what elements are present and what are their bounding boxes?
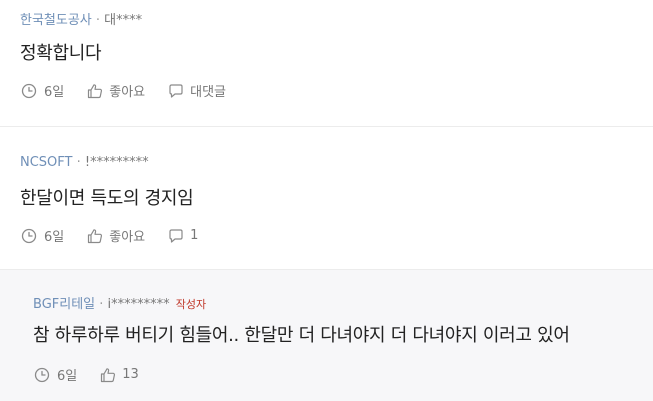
clock-icon: [21, 228, 37, 243]
timestamp-text: 6일: [44, 230, 65, 245]
reply-item: BGF리테일 · i********* 작성자 참 하루하루 버티기 힘들어..…: [0, 270, 653, 401]
like-button[interactable]: 좋아요: [87, 81, 145, 100]
author-nickname: i*********: [107, 297, 170, 312]
like-button[interactable]: 13: [100, 367, 139, 383]
comment-meta: BGF리테일 · i********* 작성자: [33, 293, 206, 312]
meta-separator: ·: [72, 155, 85, 170]
speech-bubble-icon: [169, 228, 183, 243]
meta-separator: ·: [91, 13, 105, 28]
comment-item: NCSOFT · !********* 한달이면 득도의 경지임 6일 좋아요 …: [0, 127, 653, 270]
company-name[interactable]: 한국철도공사: [20, 13, 92, 28]
comment-item: 한국철도공사 · 대**** 정확합니다 6일 좋아요 대댓글: [0, 0, 653, 127]
comment-meta: 한국철도공사 · 대****: [20, 9, 142, 28]
company-name[interactable]: NCSOFT: [20, 155, 72, 170]
timestamp: 6일: [21, 81, 64, 100]
like-count: 13: [122, 367, 139, 382]
timestamp-text: 6일: [44, 85, 65, 100]
comment-text: 한달이면 득도의 경지임: [20, 188, 194, 209]
comment-actions: 6일 좋아요 대댓글: [21, 81, 249, 100]
reply-label: 대댓글: [190, 85, 227, 100]
comment-text: 정확합니다: [20, 43, 102, 64]
writer-badge: 작성자: [175, 298, 207, 311]
reply-button[interactable]: 대댓글: [168, 81, 226, 100]
speech-bubble-icon: [169, 83, 183, 98]
comment-actions: 6일 13: [34, 365, 162, 384]
thumbs-up-icon: [88, 228, 103, 243]
timestamp-text: 6일: [57, 369, 78, 384]
like-button[interactable]: 좋아요: [87, 226, 145, 245]
comment-text: 참 하루하루 버티기 힘들어.. 한달만 더 다녀야지 더 다녀야지 이러고 있…: [33, 325, 570, 346]
comment-meta: NCSOFT · !*********: [20, 155, 149, 170]
meta-separator: ·: [95, 297, 108, 312]
reply-button[interactable]: 1: [168, 228, 198, 244]
like-label: 좋아요: [109, 85, 146, 100]
author-nickname: 대****: [104, 13, 143, 28]
like-label: 좋아요: [109, 230, 146, 245]
thumbs-up-icon: [88, 83, 103, 98]
company-name[interactable]: BGF리테일: [33, 297, 95, 312]
comment-actions: 6일 좋아요 1: [21, 226, 221, 245]
thumbs-up-icon: [101, 367, 116, 382]
timestamp: 6일: [34, 365, 77, 384]
clock-icon: [21, 83, 37, 98]
reply-count: 1: [190, 228, 199, 243]
clock-icon: [34, 367, 50, 382]
timestamp: 6일: [21, 226, 64, 245]
author-nickname: !*********: [84, 155, 149, 170]
